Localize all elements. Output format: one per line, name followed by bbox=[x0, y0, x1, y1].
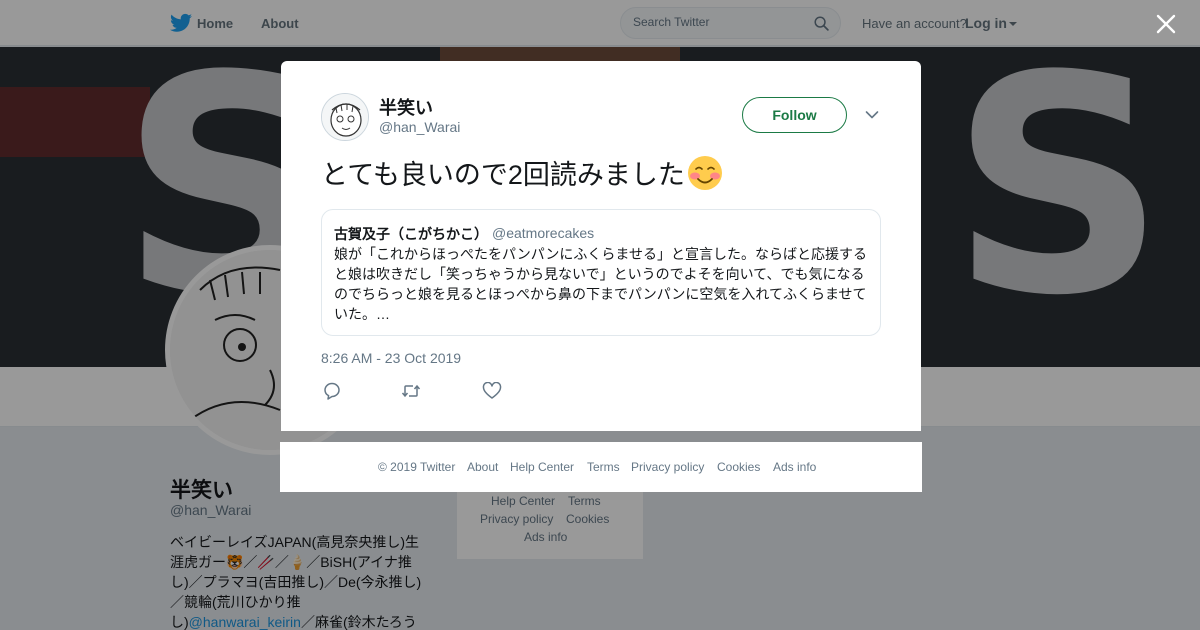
tweet-author-name[interactable]: 半笑い bbox=[379, 94, 433, 120]
footer-link-terms[interactable]: Terms bbox=[587, 460, 620, 474]
quoted-tweet-card[interactable]: 古賀及子（こがちかこ） @eatmorecakes 娘が「これからほっぺたをパン… bbox=[321, 209, 881, 336]
close-icon[interactable] bbox=[1152, 10, 1180, 38]
footer-link-help-center[interactable]: Help Center bbox=[510, 460, 574, 474]
footer-link-ads-info[interactable]: Ads info bbox=[773, 460, 816, 474]
avatar-sketch-image bbox=[322, 94, 368, 140]
quoted-tweet-text: 娘が「これからほっぺたをパンパンにふくらませる」と宣言した。ならばと応援すると娘… bbox=[334, 246, 867, 322]
modal-footer: © 2019 Twitter About Help Center Terms P… bbox=[280, 442, 922, 492]
footer-link-about[interactable]: About bbox=[467, 460, 498, 474]
footer-link-cookies[interactable]: Cookies bbox=[717, 460, 760, 474]
tweet-text: とても良いので2回読みました bbox=[321, 160, 685, 190]
quoted-author-name: 古賀及子（こがちかこ） bbox=[334, 226, 488, 242]
footer-copyright: © 2019 Twitter bbox=[378, 460, 456, 474]
chevron-down-icon[interactable] bbox=[865, 110, 879, 120]
heart-icon[interactable] bbox=[482, 382, 502, 400]
quoted-author-handle: @eatmorecakes bbox=[492, 225, 595, 241]
tweet-modal: 半笑い @han_Warai Follow とても良いので2回読みました 古賀及… bbox=[281, 61, 921, 431]
footer-link-privacy[interactable]: Privacy policy bbox=[631, 460, 704, 474]
retweet-icon[interactable] bbox=[401, 382, 421, 400]
tweet-timestamp[interactable]: 8:26 AM - 23 Oct 2019 bbox=[321, 350, 461, 366]
follow-button[interactable]: Follow bbox=[742, 97, 847, 133]
reply-icon[interactable] bbox=[322, 382, 342, 400]
smiling-face-with-blush-icon bbox=[687, 155, 722, 190]
tweet-author-avatar[interactable] bbox=[321, 93, 369, 141]
tweet-body: とても良いので2回読みました bbox=[321, 153, 723, 192]
tweet-author-handle[interactable]: @han_Warai bbox=[379, 119, 460, 135]
